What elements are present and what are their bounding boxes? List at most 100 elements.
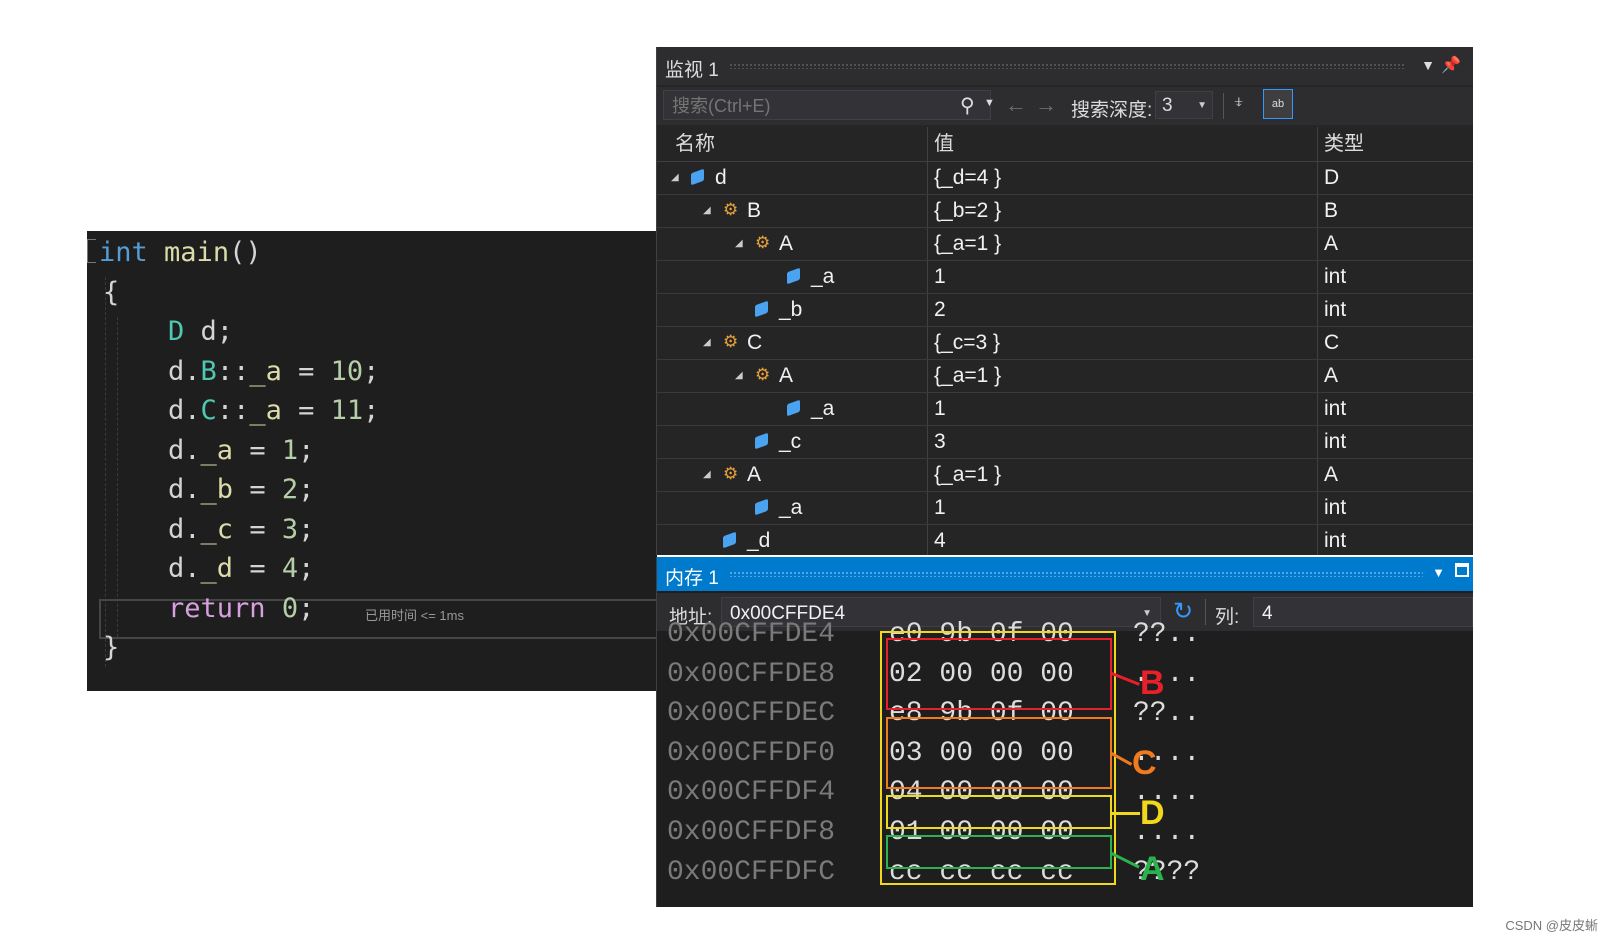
- code-token: D: [168, 316, 185, 347]
- code-line[interactable]: return 0;: [103, 589, 314, 629]
- watch-row-value[interactable]: {_a=1 }: [927, 228, 1317, 260]
- code-token: 0: [281, 592, 299, 624]
- column-header-name[interactable]: 名称: [657, 127, 927, 161]
- code-token: ::: [216, 355, 250, 387]
- toolbar-separator: [1223, 93, 1224, 119]
- watch-row-value[interactable]: {_d=4 }: [927, 162, 1317, 194]
- expand-triangle-icon[interactable]: ◢: [703, 327, 711, 359]
- watch-row[interactable]: ◢ ⚙ A {_a=1 } A: [657, 228, 1473, 261]
- watch-row-name-text: _c: [779, 430, 802, 453]
- watch-row[interactable]: _a 1 int: [657, 393, 1473, 426]
- fold-marker[interactable]: [87, 239, 96, 263]
- code-editor[interactable]: int main(){ D d; d.B::_a = 10; d.C::_a =…: [87, 231, 657, 691]
- watch-row-name-text: _a: [811, 265, 835, 288]
- code-token: d.: [103, 474, 201, 505]
- expand-triangle-icon[interactable]: ◢: [703, 459, 711, 491]
- memory-row-chars: ??..: [1133, 619, 1201, 650]
- watch-row-value[interactable]: 3: [927, 426, 1317, 458]
- field-icon: [755, 498, 768, 516]
- hex-display-icon[interactable]: ab: [1263, 89, 1293, 119]
- code-line[interactable]: d._d = 4;: [103, 549, 314, 589]
- search-dropdown-icon[interactable]: ▼: [984, 97, 995, 109]
- code-line[interactable]: {: [103, 273, 119, 313]
- watch-row[interactable]: ◢ ⚙ B {_b=2 } B: [657, 195, 1473, 228]
- search-icon[interactable]: ⚲: [960, 93, 975, 118]
- watch-row-value[interactable]: {_b=2 }: [927, 195, 1317, 227]
- code-line[interactable]: d.B::_a = 10;: [103, 352, 379, 392]
- watch-row-name-text: _b: [779, 298, 803, 321]
- window-dropdown-icon[interactable]: ▼: [1432, 565, 1445, 580]
- pin-filter-icon[interactable]: ⍖: [1233, 91, 1245, 114]
- search-box[interactable]: ⚲ ▼: [663, 90, 995, 120]
- watch-row-value[interactable]: 1: [927, 492, 1317, 524]
- watch-row-value[interactable]: 4: [927, 525, 1317, 555]
- annotation-connector: [1112, 812, 1140, 815]
- watch-row[interactable]: _a 1 int: [657, 261, 1473, 294]
- watch-row-value[interactable]: 1: [927, 261, 1317, 293]
- code-token: =: [233, 553, 282, 584]
- search-back-arrow-icon[interactable]: ←: [1005, 92, 1027, 118]
- code-token: }: [103, 632, 120, 663]
- watch-row-name: ◢ ⚙ A: [657, 459, 927, 491]
- window-dropdown-icon[interactable]: ▼: [1421, 57, 1435, 73]
- expand-triangle-icon[interactable]: ◢: [735, 360, 743, 392]
- pin-icon[interactable]: 📌: [1441, 55, 1461, 75]
- expand-triangle-icon[interactable]: ◢: [735, 228, 743, 260]
- search-depth-select[interactable]: 3 ▼: [1155, 91, 1213, 119]
- watch-row[interactable]: _d 4 int: [657, 525, 1473, 555]
- watch-row[interactable]: ◢ ⚙ A {_a=1 } A: [657, 459, 1473, 492]
- code-token: d.: [103, 355, 201, 387]
- code-line[interactable]: d._c = 3;: [103, 510, 314, 550]
- watch-row-value[interactable]: {_c=3 }: [927, 327, 1317, 359]
- code-token: ;: [298, 474, 315, 505]
- code-token: {: [103, 276, 120, 308]
- memory-title-bar[interactable]: 内存 1 ▼: [657, 557, 1473, 591]
- memory-row-address: 0x00CFFDE4: [667, 619, 836, 650]
- code-line[interactable]: }: [103, 628, 119, 668]
- code-line[interactable]: D d;: [103, 312, 233, 352]
- code-line[interactable]: d.C::_a = 11;: [103, 391, 379, 431]
- base-class-icon: ⚙: [723, 464, 739, 483]
- watch-row[interactable]: _a 1 int: [657, 492, 1473, 525]
- watch-row[interactable]: _b 2 int: [657, 294, 1473, 327]
- maximize-icon[interactable]: [1455, 563, 1469, 577]
- watch-row-value[interactable]: 1: [927, 393, 1317, 425]
- title-grip: [729, 63, 1405, 69]
- watch-row-name-text: A: [779, 364, 794, 387]
- watch-row[interactable]: ◢ d {_d=4 } D: [657, 162, 1473, 195]
- code-token: ;: [363, 355, 380, 387]
- watch-title: 监视 1: [665, 60, 719, 81]
- base-class-icon: ⚙: [723, 332, 739, 351]
- watch-row[interactable]: _c 3 int: [657, 426, 1473, 459]
- watch-row[interactable]: ◢ ⚙ A {_a=1 } A: [657, 360, 1473, 393]
- watch-grid: 名称 值 类型 ◢ d {_d=4 } D ◢ ⚙ B {_b=2 } B ◢ ⚙ A {_a=1 } A…: [657, 127, 1473, 555]
- watch-row-name-text: B: [747, 199, 762, 222]
- watch-row[interactable]: ◢ ⚙ C {_c=3 } C: [657, 327, 1473, 360]
- search-depth-value: 3: [1162, 95, 1173, 116]
- watch-title-bar[interactable]: 监视 1 ▼ 📌: [657, 47, 1473, 85]
- search-forward-arrow-icon[interactable]: →: [1035, 92, 1057, 118]
- expand-triangle-icon[interactable]: ◢: [671, 162, 679, 194]
- watch-row-name-text: A: [747, 463, 762, 486]
- code-token: _c: [200, 513, 234, 545]
- code-line[interactable]: int main(): [99, 233, 262, 273]
- code-line[interactable]: d._b = 2;: [103, 470, 314, 510]
- watch-row-type: A: [1317, 228, 1473, 260]
- search-input[interactable]: [670, 94, 934, 118]
- code-token: _b: [200, 474, 234, 505]
- column-header-type[interactable]: 类型: [1317, 127, 1473, 161]
- base-class-icon: ⚙: [723, 200, 739, 219]
- code-token: return: [168, 592, 266, 624]
- code-token: d.: [103, 553, 201, 584]
- code-line[interactable]: d._a = 1;: [103, 431, 314, 471]
- watch-row-name-text: d: [715, 166, 727, 189]
- annotation-label: D: [1140, 794, 1165, 832]
- expand-triangle-icon[interactable]: ◢: [703, 195, 711, 227]
- watch-row-value[interactable]: {_a=1 }: [927, 360, 1317, 392]
- watch-row-value[interactable]: {_a=1 }: [927, 459, 1317, 491]
- code-token: d.: [103, 395, 201, 426]
- column-header-value[interactable]: 值: [927, 127, 1317, 161]
- watch-row-value[interactable]: 2: [927, 294, 1317, 326]
